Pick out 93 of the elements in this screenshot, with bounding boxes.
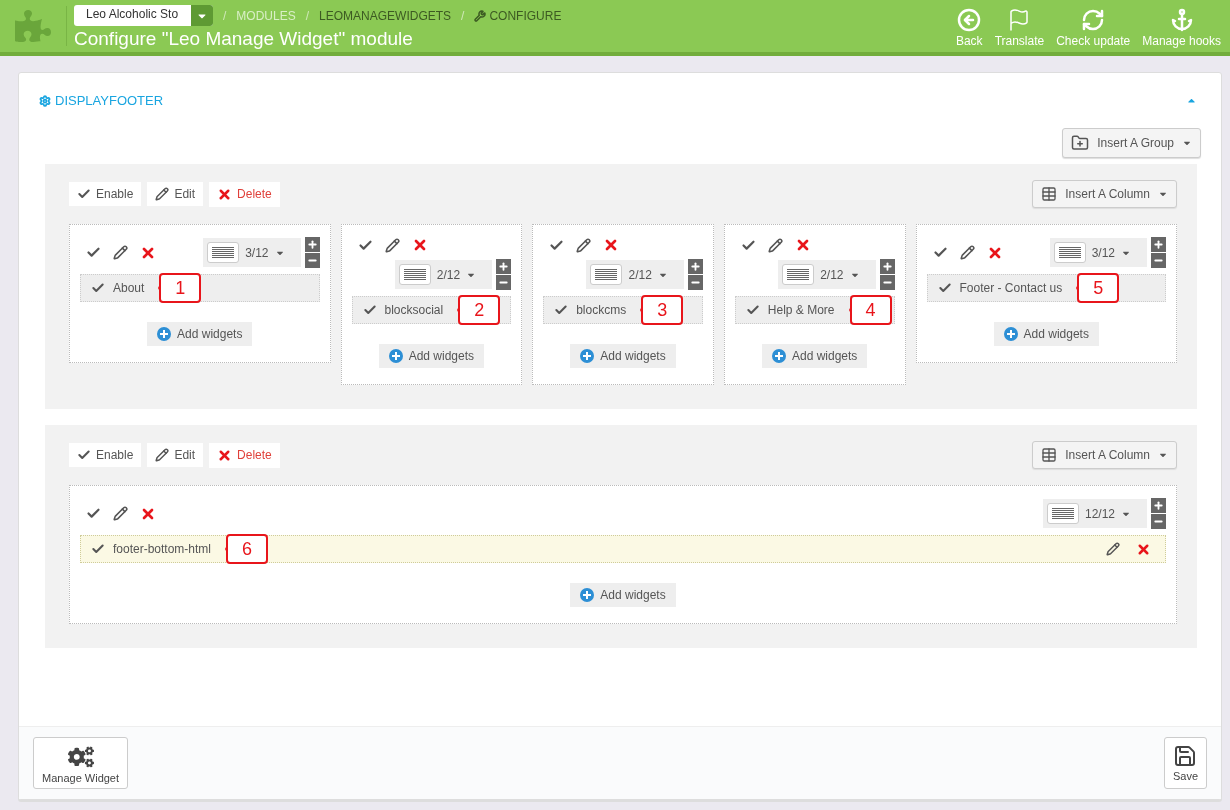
add-widgets-button[interactable]: Add widgets	[993, 322, 1099, 346]
check-icon	[91, 281, 105, 295]
table-icon	[1041, 186, 1058, 202]
plus-circle-icon	[772, 349, 786, 363]
lines-icon	[212, 246, 235, 259]
increase-button[interactable]	[1151, 498, 1166, 513]
plus-icon	[1153, 500, 1164, 511]
panel-title: DISPLAYFOOTER	[55, 93, 164, 108]
pencil-icon	[155, 187, 170, 201]
breadcrumb-separator: /	[461, 8, 465, 23]
widget-name: blockcms	[576, 303, 627, 317]
lines-icon	[595, 268, 618, 281]
decrease-button[interactable]	[1151, 514, 1166, 529]
puzzle-icon	[15, 8, 51, 44]
increase-button[interactable]	[304, 237, 320, 252]
widget-name: Footer - Contact us	[959, 281, 1063, 295]
increase-button[interactable]	[687, 259, 703, 274]
group-action-button[interactable]: Enable	[69, 443, 142, 467]
decrease-button[interactable]	[879, 275, 895, 290]
add-widgets-button[interactable]: Add widgets	[147, 322, 253, 346]
wrench-icon	[474, 9, 487, 22]
widget-name: About	[113, 281, 145, 295]
widget-row[interactable]: blocksocial 2	[351, 296, 512, 324]
column-width-dropdown[interactable]: 3/12	[1049, 238, 1147, 267]
page-title: Configure "Leo Manage Widget" module	[74, 28, 414, 50]
increase-button[interactable]	[496, 259, 512, 274]
check-icon	[362, 303, 377, 317]
plus-circle-icon	[580, 588, 595, 602]
lines-icon	[787, 268, 810, 281]
group-action-button[interactable]: Enable	[69, 182, 142, 206]
add-widgets-button[interactable]: Add widgets	[570, 583, 676, 607]
plus-icon	[881, 261, 893, 272]
breadcrumb-link[interactable]: CONFIGURE	[474, 8, 562, 23]
insert-column-button[interactable]: Insert A Column	[1032, 180, 1177, 208]
increase-button[interactable]	[1151, 237, 1166, 252]
column-width-dropdown[interactable]: 2/12	[778, 260, 876, 289]
lines-icon	[1058, 246, 1081, 259]
widget-row[interactable]: Footer - Contact us 5	[926, 274, 1166, 302]
insert-group-button[interactable]: Insert A Group	[1062, 128, 1201, 158]
group-action-button[interactable]: Edit	[147, 182, 204, 206]
plus-icon	[689, 261, 701, 272]
folder-plus-icon	[1071, 134, 1090, 152]
column-width-dropdown[interactable]: 2/12	[394, 260, 493, 289]
plus-circle-icon	[1003, 327, 1018, 341]
lines-icon	[403, 268, 426, 281]
anchor-icon	[1169, 8, 1194, 32]
check-icon	[554, 303, 569, 317]
plus-circle-icon	[157, 327, 172, 341]
check-icon	[745, 303, 760, 317]
plus-icon	[306, 239, 318, 250]
plus-icon	[498, 261, 510, 272]
widget-row[interactable]: Help & More 4	[734, 296, 895, 324]
decrease-button[interactable]	[304, 253, 320, 268]
pencil-icon	[155, 448, 170, 462]
check-icon	[77, 448, 91, 462]
widget-name: blocksocial	[384, 303, 444, 317]
table-icon	[1041, 447, 1058, 463]
check-icon	[937, 281, 952, 295]
group-action-button[interactable]: Delete	[209, 181, 280, 207]
widget-name: footer-bottom-html	[113, 542, 212, 556]
decrease-button[interactable]	[1151, 253, 1166, 268]
widget-name: Help & More	[767, 303, 835, 317]
add-widgets-button[interactable]: Add widgets	[570, 344, 676, 368]
lines-icon	[1051, 507, 1074, 520]
refresh-icon	[1081, 8, 1106, 32]
insert-column-button[interactable]: Insert A Column	[1032, 441, 1177, 469]
breadcrumb-link[interactable]: LEOMANAGEWIDGETS	[319, 8, 452, 23]
add-widgets-button[interactable]: Add widgets	[378, 344, 484, 368]
save-button[interactable]: Save	[1163, 737, 1207, 789]
column-width-dropdown[interactable]: 2/12	[586, 260, 684, 289]
add-widgets-button[interactable]: Add widgets	[762, 344, 868, 368]
group-action-button[interactable]: Delete	[209, 442, 280, 468]
widget-row[interactable]: footer-bottom-html 6	[80, 535, 1166, 563]
gear-icon	[39, 94, 51, 107]
check-icon	[91, 542, 105, 556]
widget-row[interactable]: blockcms 3	[543, 296, 703, 324]
plus-icon	[1153, 239, 1164, 250]
cogs-icon	[67, 744, 94, 770]
group-action-button[interactable]: Edit	[147, 443, 204, 467]
column-width-dropdown[interactable]: 12/12	[1042, 499, 1147, 528]
save-icon	[1173, 744, 1198, 768]
decrease-button[interactable]	[496, 275, 512, 290]
plus-circle-icon	[580, 349, 595, 363]
breadcrumb-separator: /	[223, 8, 227, 23]
widget-row[interactable]: About 1	[80, 274, 320, 302]
check-icon	[77, 187, 91, 201]
breadcrumb-separator: /	[305, 8, 310, 23]
plus-circle-icon	[388, 349, 403, 363]
shop-selector[interactable]: Leo Alcoholic Sto	[74, 5, 213, 26]
column-width-dropdown[interactable]: 3/12	[203, 238, 301, 267]
increase-button[interactable]	[879, 259, 895, 274]
manage-widget-button[interactable]: Manage Widget	[33, 737, 129, 789]
decrease-button[interactable]	[687, 275, 703, 290]
